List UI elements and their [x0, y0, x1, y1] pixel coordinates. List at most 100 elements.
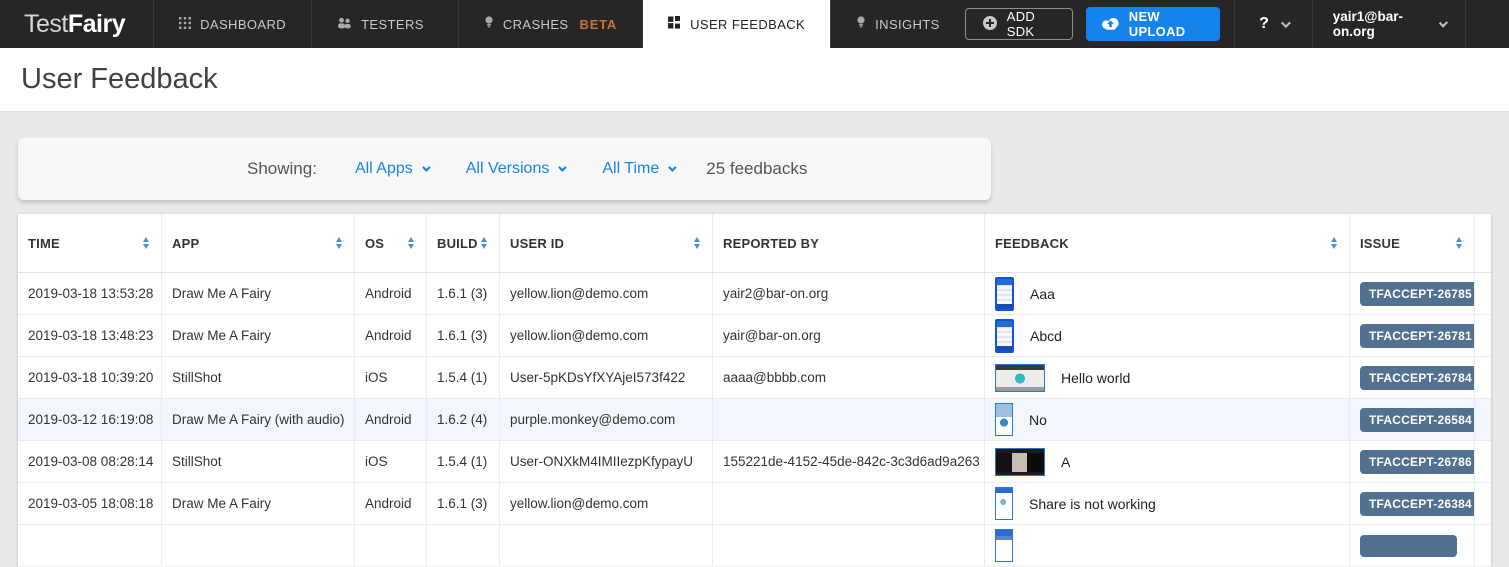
filter-all-apps-label: All Apps — [355, 160, 413, 178]
sort-icon — [143, 237, 149, 249]
feedback-screenshot-thumbnail[interactable] — [995, 403, 1013, 436]
filter-all-time-label: All Time — [602, 160, 659, 178]
column-label: FEEDBACK — [995, 236, 1069, 251]
cell-reported-by: aaaa@bbbb.com — [713, 357, 985, 398]
cell-os: iOS — [355, 441, 427, 482]
sort-icon — [408, 237, 414, 249]
column-header-feedback[interactable]: FEEDBACK — [985, 214, 1350, 272]
cell-reported-by — [713, 399, 985, 440]
chevron-down-icon — [668, 163, 676, 171]
cell-time: 2019-03-18 13:48:23 — [18, 315, 162, 356]
nav-item-user-feedback-active[interactable]: USER FEEDBACK — [642, 0, 830, 48]
table-row[interactable]: 2019-03-18 10:39:20 StillShot iOS 1.5.4 … — [18, 357, 1491, 399]
help-chevron-down-icon — [1281, 18, 1291, 28]
filter-all-versions-dropdown[interactable]: All Versions — [466, 160, 565, 178]
nav-item-testers[interactable]: TESTERS — [311, 0, 458, 48]
testfairy-logo[interactable]: TestFairy — [0, 0, 153, 48]
cell-user-id: yellow.lion@demo.com — [500, 483, 713, 524]
cell-os: iOS — [355, 357, 427, 398]
logo-text-bold: Fairy — [68, 10, 125, 39]
cell-issue: TFACCEPT-26784 — [1350, 357, 1475, 398]
insights-bulb-icon — [856, 16, 866, 32]
cell-feedback: A — [985, 441, 1350, 482]
user-account-menu[interactable]: yair1@bar-on.org — [1313, 9, 1466, 39]
filter-all-versions-label: All Versions — [466, 160, 550, 178]
issue-badge[interactable]: TFACCEPT-26584 — [1360, 408, 1475, 432]
issue-badge[interactable]: TFACCEPT-26781 — [1360, 324, 1475, 348]
column-header-os[interactable]: OS — [355, 214, 427, 272]
feedback-screenshot-thumbnail[interactable] — [995, 529, 1013, 562]
table-row[interactable]: 2019-03-18 13:48:23 Draw Me A Fairy Andr… — [18, 315, 1491, 357]
feedback-screenshot-thumbnail[interactable] — [995, 364, 1045, 392]
cell-feedback: Share is not working — [985, 483, 1350, 524]
cell-issue: TFACCEPT-26584 — [1350, 399, 1475, 440]
table-row[interactable]: 2019-03-05 18:08:18 Draw Me A Fairy Andr… — [18, 483, 1491, 525]
nav-item-label: CRASHES — [503, 17, 569, 32]
cell-issue: TFACCEPT-26384 — [1350, 483, 1475, 524]
column-header-build[interactable]: BUILD — [427, 214, 500, 272]
table-row[interactable] — [18, 525, 1491, 567]
new-upload-button[interactable]: NEW UPLOAD — [1086, 7, 1220, 41]
cell-reported-by — [713, 483, 985, 524]
cell-app: Draw Me A Fairy — [162, 315, 355, 356]
issue-badge[interactable]: TFACCEPT-26786 — [1360, 450, 1475, 474]
nav-item-label: INSIGHTS — [875, 17, 940, 32]
table-row[interactable]: 2019-03-08 08:28:14 StillShot iOS 1.5.4 … — [18, 441, 1491, 483]
cell-os: Android — [355, 483, 427, 524]
column-header-reported-by[interactable]: REPORTED BY — [713, 214, 985, 272]
crashes-bulb-icon — [484, 16, 494, 32]
feedback-screenshot-thumbnail[interactable] — [995, 319, 1014, 353]
cell-app: StillShot — [162, 357, 355, 398]
filter-all-time-dropdown[interactable]: All Time — [602, 160, 674, 178]
help-menu[interactable]: ? — [1235, 15, 1312, 33]
cell-build — [427, 525, 500, 566]
column-label: REPORTED BY — [723, 236, 819, 251]
filter-all-apps-dropdown[interactable]: All Apps — [355, 160, 428, 178]
cell-spacer — [1475, 315, 1491, 356]
column-label: TIME — [28, 236, 60, 251]
issue-badge[interactable]: TFACCEPT-26384 — [1360, 492, 1475, 516]
showing-label: Showing: — [247, 159, 317, 179]
feedback-count-label: 25 feedbacks — [706, 159, 807, 179]
cell-os: Android — [355, 273, 427, 314]
table-row[interactable]: 2019-03-12 16:19:08 Draw Me A Fairy (wit… — [18, 399, 1491, 441]
page-title: User Feedback — [21, 63, 218, 96]
nav-right-section: ADD SDK NEW UPLOAD ? yair1@bar-on.org — [965, 0, 1509, 48]
add-sdk-button[interactable]: ADD SDK — [965, 8, 1073, 40]
nav-item-label: TESTERS — [361, 17, 424, 32]
issue-badge[interactable]: TFACCEPT-26785 — [1360, 282, 1475, 306]
column-header-time[interactable]: TIME — [18, 214, 162, 272]
column-header-issue[interactable]: ISSUE — [1350, 214, 1475, 272]
new-upload-label: NEW UPLOAD — [1129, 9, 1205, 39]
nav-item-dashboard[interactable]: DASHBOARD — [153, 0, 311, 48]
sort-icon — [1331, 237, 1337, 249]
cell-user-id: purple.monkey@demo.com — [500, 399, 713, 440]
logo-text-light: Test — [24, 10, 68, 39]
cell-os — [355, 525, 427, 566]
issue-badge[interactable]: TFACCEPT-26784 — [1360, 366, 1475, 390]
feedback-screenshot-thumbnail[interactable] — [995, 277, 1014, 311]
column-header-app[interactable]: APP — [162, 214, 355, 272]
cell-user-id: yellow.lion@demo.com — [500, 273, 713, 314]
feedback-screenshot-thumbnail[interactable] — [995, 487, 1013, 520]
cell-issue: TFACCEPT-26786 — [1350, 441, 1475, 482]
table-row[interactable]: 2019-03-18 13:53:28 Draw Me A Fairy Andr… — [18, 273, 1491, 315]
table-header-row: TIME APP OS BUILD USER ID REPORTED BY FE… — [18, 214, 1491, 273]
feedback-screenshot-thumbnail[interactable] — [995, 448, 1045, 476]
nav-item-insights[interactable]: INSIGHTS — [830, 0, 965, 48]
filter-bar: Showing: All Apps All Versions All Time … — [18, 138, 991, 200]
cell-os: Android — [355, 399, 427, 440]
cell-issue: TFACCEPT-26785 — [1350, 273, 1475, 314]
nav-item-label: DASHBOARD — [200, 17, 286, 32]
feedback-text: A — [1061, 454, 1070, 470]
cell-feedback: Hello world — [985, 357, 1350, 398]
cell-feedback: Abcd — [985, 315, 1350, 356]
cell-issue: TFACCEPT-26781 — [1350, 315, 1475, 356]
sort-icon — [694, 237, 700, 249]
nav-item-label: USER FEEDBACK — [690, 17, 805, 32]
chevron-down-icon — [422, 163, 430, 171]
column-header-user-id[interactable]: USER ID — [500, 214, 713, 272]
cell-feedback: No — [985, 399, 1350, 440]
user-email-label: yair1@bar-on.org — [1333, 9, 1429, 39]
nav-item-crashes[interactable]: CRASHES BETA — [458, 0, 642, 48]
